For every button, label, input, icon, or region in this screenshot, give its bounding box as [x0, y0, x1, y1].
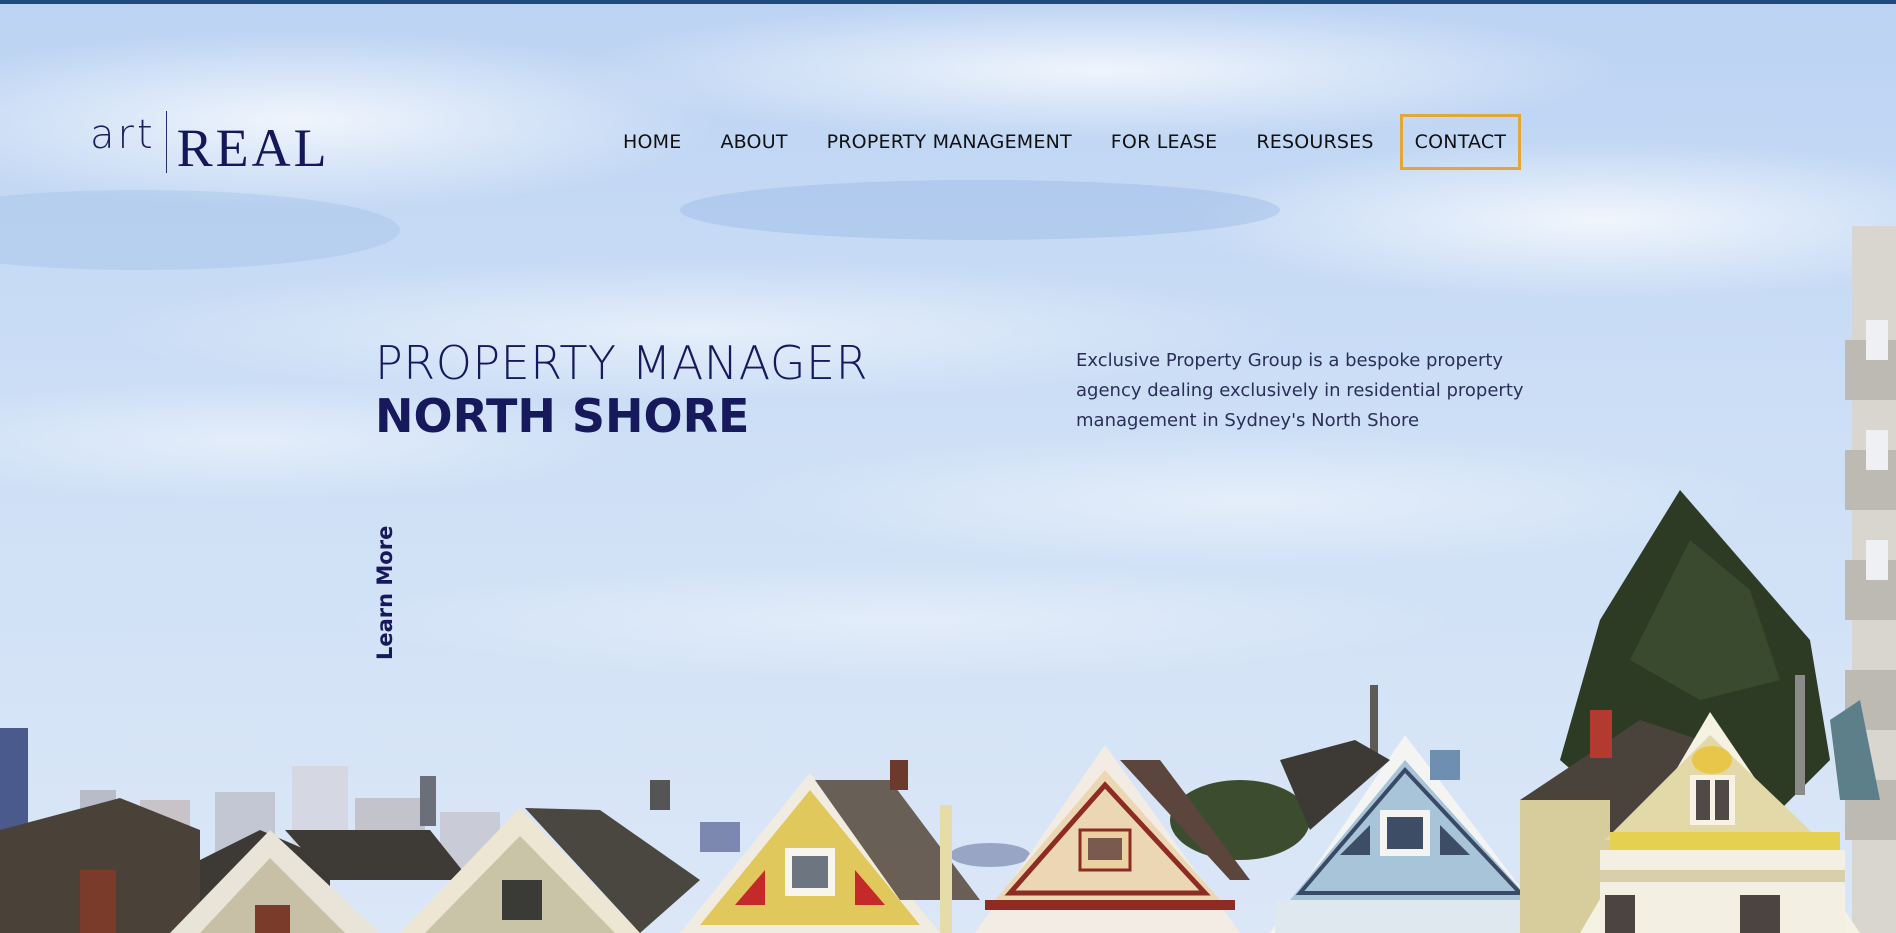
- logo-bold-text: REAL: [176, 118, 330, 178]
- learn-more-label: Learn More: [373, 525, 397, 660]
- brand-logo[interactable]: art REAL: [90, 110, 330, 178]
- main-nav: HOME ABOUT PROPERTY MANAGEMENT FOR LEASE…: [623, 114, 1522, 170]
- nav-resources[interactable]: RESOURSES: [1256, 131, 1373, 153]
- nav-for-lease[interactable]: FOR LEASE: [1111, 131, 1218, 153]
- hero-intro-text: Exclusive Property Group is a bespoke pr…: [1076, 350, 1524, 431]
- nav-contact-button[interactable]: CONTACT: [1399, 114, 1522, 170]
- nav-about[interactable]: ABOUT: [720, 131, 787, 153]
- learn-more-link[interactable]: Learn More: [372, 525, 398, 660]
- apartment-building: [1845, 226, 1896, 933]
- hero-headline: PROPERTY MANAGER NORTH SHORE: [375, 335, 868, 441]
- logo-divider: [165, 111, 167, 173]
- nav-property-management[interactable]: PROPERTY MANAGEMENT: [827, 131, 1072, 153]
- top-accent-bar: [0, 0, 1896, 4]
- nav-home[interactable]: HOME: [623, 131, 681, 153]
- logo-light-text: art: [90, 112, 156, 158]
- hero-section: art REAL HOME ABOUT PROPERTY MANAGEMENT …: [0, 0, 1896, 933]
- headline-line-1: PROPERTY MANAGER: [375, 336, 869, 390]
- headline-line-2: NORTH SHORE: [375, 389, 750, 443]
